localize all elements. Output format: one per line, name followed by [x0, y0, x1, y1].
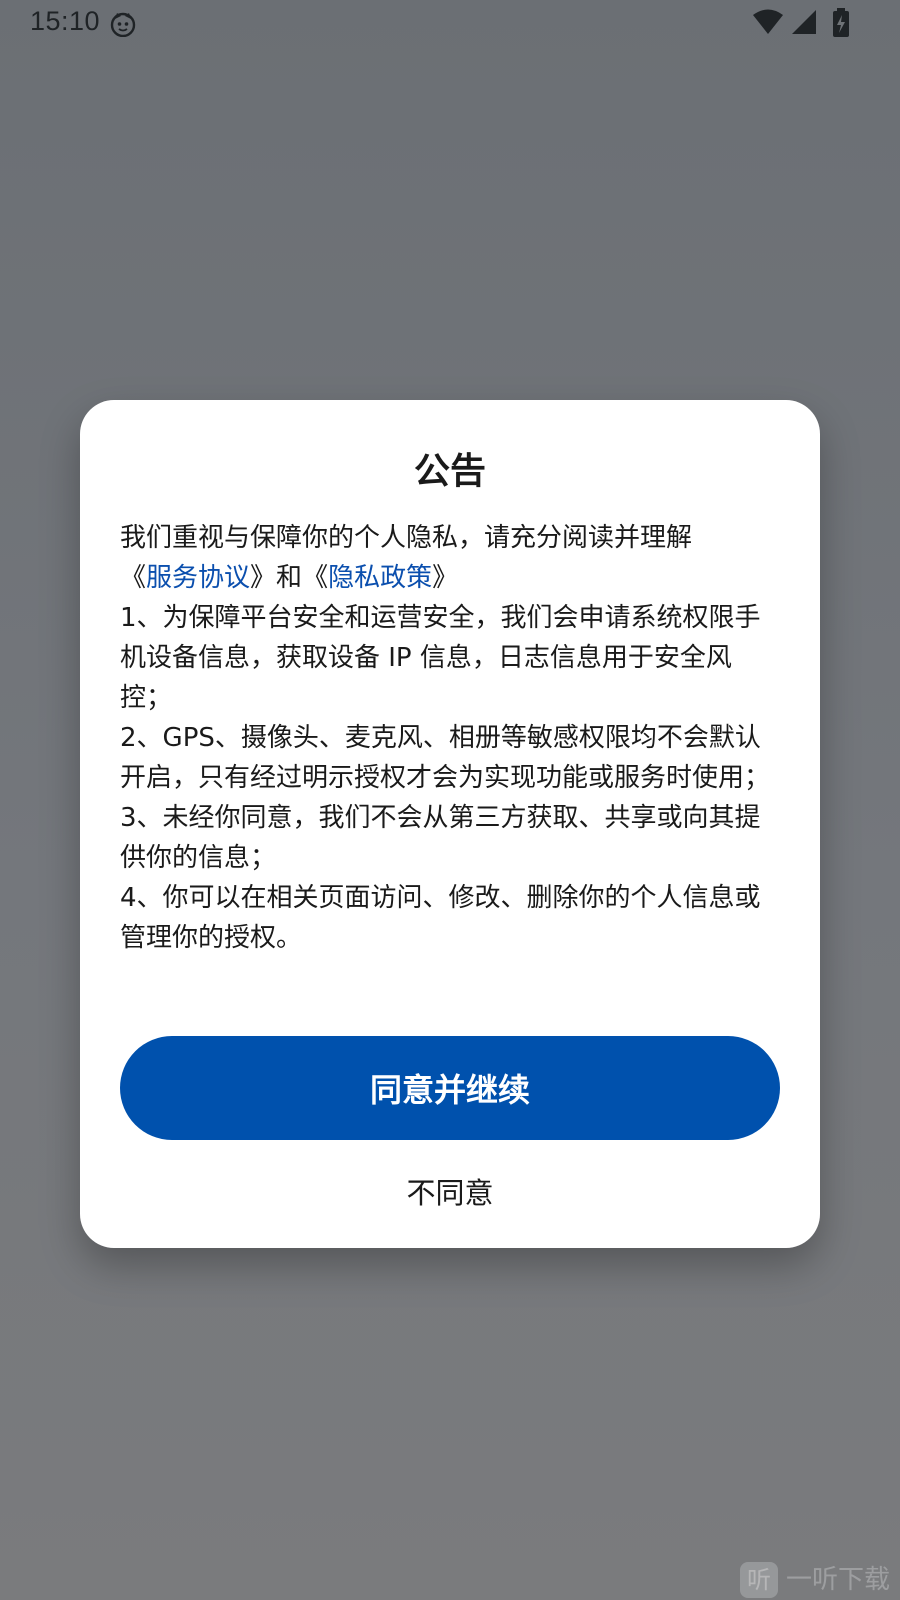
watermark-text: 一听下载	[786, 1565, 891, 1595]
and-text: 和	[276, 563, 303, 593]
announcement-dialog: 公告 我们重视与保障你的个人隐私，请充分阅读并理解 《服务协议》和《隐私政策》 …	[80, 400, 820, 1248]
cell-signal-icon	[792, 10, 816, 34]
quote-open: 《	[302, 563, 329, 593]
quote-close: 》	[432, 563, 459, 593]
privacy-policy-link[interactable]: 隐私政策	[328, 563, 432, 593]
status-bar: 15:10	[0, 0, 900, 46]
cat-face-icon	[110, 12, 136, 37]
policy-item-3: 3、未经你同意，我们不会从第三方获取、共享或向其提供你的信息；	[120, 803, 761, 873]
wifi-icon	[753, 9, 783, 34]
quote-open: 《	[120, 563, 147, 593]
quote-close: 》	[250, 563, 277, 593]
battery-charging-icon	[833, 8, 849, 37]
policy-item-1: 1、为保障平台安全和运营安全，我们会申请系统权限手机设备信息，获取设备 IP 信…	[120, 603, 761, 713]
status-time: 15:10	[30, 6, 101, 36]
policy-item-2: 2、GPS、摄像头、麦克风、相册等敏感权限均不会默认开启，只有经过明示授权才会为…	[120, 723, 771, 793]
service-agreement-link[interactable]: 服务协议	[146, 563, 250, 593]
dialog-body: 我们重视与保障你的个人隐私，请充分阅读并理解 《服务协议》和《隐私政策》 1、为…	[120, 518, 780, 958]
watermark: 听 一听下载	[740, 1560, 900, 1600]
dialog-title: 公告	[413, 451, 486, 492]
watermark-logo: 听	[740, 1562, 778, 1598]
policy-links-line: 《服务协议》和《隐私政策》	[120, 558, 780, 598]
intro-text: 我们重视与保障你的个人隐私，请充分阅读并理解	[120, 523, 693, 553]
policy-item-4: 4、你可以在相关页面访问、修改、删除你的个人信息或管理你的授权。	[120, 883, 761, 953]
dialog-intro: 我们重视与保障你的个人隐私，请充分阅读并理解	[120, 518, 780, 558]
agree-and-continue-button[interactable]: 同意并继续	[120, 1036, 780, 1140]
disagree-button[interactable]: 不同意	[350, 1162, 550, 1220]
